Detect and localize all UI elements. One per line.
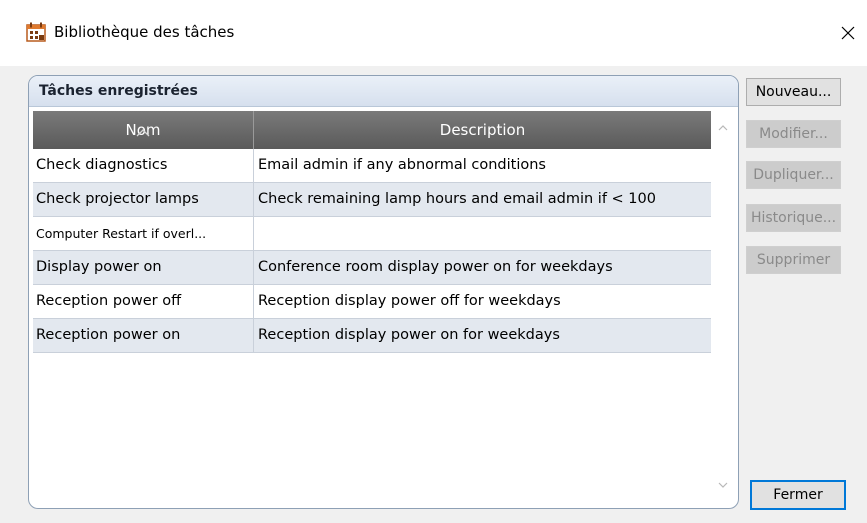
group-title: Tâches enregistrées <box>39 83 198 99</box>
title-bar: Bibliothèque des tâches <box>0 0 867 66</box>
row-description: Reception display power on for weekdays <box>258 327 560 343</box>
group-header: Tâches enregistrées <box>29 76 738 107</box>
table-row[interactable]: Check projector lamps Check remaining la… <box>33 183 711 217</box>
row-name: Check diagnostics <box>36 157 168 173</box>
table-row[interactable]: Reception power on Reception display pow… <box>33 319 711 353</box>
table-header: Nom Description <box>33 111 711 149</box>
row-name: Reception power on <box>36 327 181 343</box>
scroll-down-icon[interactable] <box>718 476 728 492</box>
vertical-scrollbar[interactable] <box>712 111 734 498</box>
saved-tasks-group: Tâches enregistrées Nom Description Chec… <box>28 75 739 509</box>
new-button[interactable]: Nouveau... <box>746 78 841 106</box>
row-description: Email admin if any abnormal conditions <box>258 157 546 173</box>
history-button[interactable]: Historique... <box>746 204 841 232</box>
row-name: Computer Restart if overl... <box>36 226 207 241</box>
scroll-up-icon[interactable] <box>718 119 728 135</box>
row-description: Conference room display power on for wee… <box>258 259 613 275</box>
sort-ascending-icon <box>136 113 150 137</box>
column-header-description-label: Description <box>439 121 526 139</box>
column-header-description[interactable]: Description <box>254 111 711 149</box>
row-name: Display power on <box>36 259 162 275</box>
row-name: Check projector lamps <box>36 191 199 207</box>
edit-button[interactable]: Modifier... <box>746 120 841 148</box>
table-row[interactable]: Check diagnostics Email admin if any abn… <box>33 149 711 183</box>
row-name: Reception power off <box>36 293 182 309</box>
duplicate-button[interactable]: Dupliquer... <box>746 161 841 189</box>
close-icon[interactable] <box>835 20 861 46</box>
window-title: Bibliothèque des tâches <box>54 23 235 41</box>
table-row[interactable]: Display power on Conference room display… <box>33 251 711 285</box>
table-row[interactable]: Reception power off Reception display po… <box>33 285 711 319</box>
delete-button[interactable]: Supprimer <box>746 246 841 274</box>
table-row[interactable]: Computer Restart if overl... <box>33 217 711 251</box>
row-description: Check remaining lamp hours and email adm… <box>258 191 656 207</box>
row-description <box>258 217 708 250</box>
tasks-table: Nom Description Check diagnostics Email … <box>33 111 711 496</box>
task-library-icon <box>26 22 46 42</box>
row-description: Reception display power off for weekdays <box>258 293 561 309</box>
column-header-name[interactable]: Nom <box>33 111 254 149</box>
close-button[interactable]: Fermer <box>750 480 846 510</box>
